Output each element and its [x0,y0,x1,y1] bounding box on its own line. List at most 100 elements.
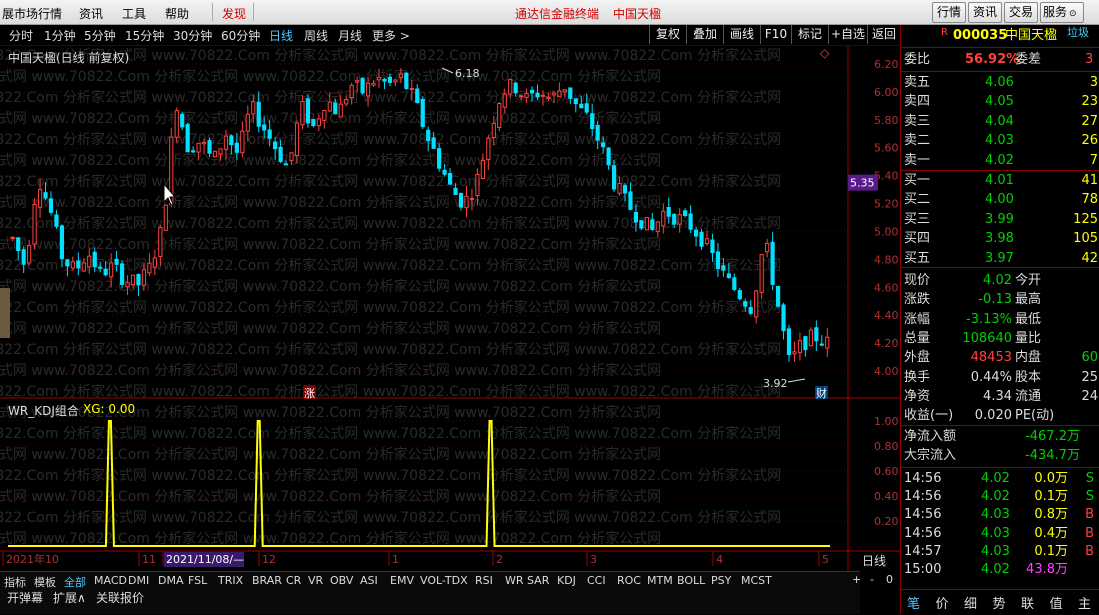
candle-body [808,329,813,347]
period-more[interactable]: 更多 > [372,27,410,44]
indicator-tab[interactable]: CR [286,574,301,587]
candle-body [174,110,179,138]
trash-tag[interactable]: 垃圾 [1067,23,1089,42]
indicator-tab[interactable]: WR [505,574,524,587]
period-tab-active[interactable]: 日线 [269,27,293,44]
watermark-text: www.70822.Com 分析家公式网 www.70822.Com 分析家公式… [0,530,661,547]
indicator-tab[interactable]: 指标 [4,574,26,590]
add-watchlist-button[interactable]: +自选 [828,25,867,44]
indicator-tab[interactable]: DMA [158,574,184,587]
stat-label: 股本 [1015,369,1042,385]
zoom-in-button[interactable]: + [852,573,861,586]
chart-settings-icon[interactable]: ◇ [820,46,829,60]
candle-body [54,214,59,227]
indicator-tab[interactable]: RSI [475,574,493,587]
candle-body [300,101,305,126]
candle-body [458,192,464,208]
service-button[interactable]: 服务 ⊙ [1040,2,1084,23]
menu-help[interactable]: 帮助 [165,5,189,22]
info-button[interactable]: 资讯 [968,2,1002,23]
period-tab[interactable]: 5分钟 [84,27,116,44]
period-tab[interactable]: 30分钟 [173,27,212,44]
indicator-tab[interactable]: TRIX [218,574,243,587]
bid-row: 买二 4.00 78 [901,190,1099,209]
price-tick-label: 4.80 [874,253,899,266]
period-tab[interactable]: 15分钟 [125,27,164,44]
quote-tab[interactable]: 细 [964,593,977,612]
indicator-tab[interactable]: MCST [741,574,772,587]
indicator-tab[interactable]: OBV [330,574,353,587]
indicator-tab[interactable]: CCI [587,574,606,587]
candle-body [398,73,403,78]
quote-panel: R 000035 中国天楹 垃圾 委比 56.92% 委差 3 卖五 4.06 3 卖… [900,25,1099,614]
watermark-text: www.70822.Com 分析家公式网 www.70822.Com 分析家公式… [0,320,661,337]
quote-tab[interactable]: 势 [993,593,1006,612]
kline-chart[interactable]: www.70822.Com 分析家公式网 www.70822.Com 分析家公式… [0,46,900,571]
quote-tab[interactable]: 联 [1021,593,1034,612]
back-button[interactable]: 返回 [867,25,900,44]
menu-discover[interactable]: 发现 [222,5,246,22]
overlay-button[interactable]: 叠加 [686,25,723,44]
quote-tab[interactable]: 价 [936,593,949,612]
ask-price: 4.04 [985,113,1014,129]
bid-row: 买一 4.01 41 [901,171,1099,190]
indicator-tab[interactable]: BRAR [252,574,282,587]
indicator-title[interactable]: WR_KDJ组合 [8,402,79,419]
candle-body [27,244,32,264]
candle-body [125,282,130,288]
indicator-tab[interactable]: DMI [128,574,149,587]
candle-body [551,92,557,96]
menu-market[interactable]: 展市场行情 [2,5,62,22]
ask-row: 卖三 4.04 27 [901,112,1099,131]
quote-button[interactable]: 行情 [932,2,966,23]
indicator-tab[interactable]: BOLL [677,574,705,587]
related-quotes-tab[interactable]: 关联报价 [93,589,147,606]
candle-body [562,89,567,93]
indicator-tab[interactable]: EMV [390,574,414,587]
indicator-tab[interactable]: PSY [711,574,731,587]
period-tab[interactable]: 月线 [338,27,362,44]
candle-body [311,119,316,127]
indicator-tab[interactable]: FSL [188,574,207,587]
indicator-tab[interactable]: MACD [94,574,127,587]
candle-body [119,263,125,285]
candle-body [546,96,551,100]
quote-tab[interactable]: 笔 [907,593,920,612]
f10-button[interactable]: F10 [760,25,791,44]
quote-tab[interactable]: 值 [1050,593,1063,612]
menu-news[interactable]: 资讯 [79,5,103,22]
indicator-tab[interactable]: VOL-TDX [420,574,468,587]
period-tab[interactable]: 1分钟 [44,27,76,44]
mark-button[interactable]: 标记 [791,25,828,44]
period-label: 日线 [862,554,886,568]
indicator-tab[interactable]: MTM [647,574,673,587]
menu-tools[interactable]: 工具 [122,5,146,22]
candle-body [453,187,458,195]
indicator-tab[interactable]: ROC [617,574,641,587]
stat-label: 总量 [904,330,931,346]
period-tab[interactable]: 分时 [9,27,33,44]
time-axis-label: 4 [716,553,723,566]
draw-button[interactable]: 画线 [723,25,760,44]
candle-body [273,141,278,150]
stat-label: 内盘 [1015,350,1042,366]
side-collapse-handle[interactable] [0,288,10,338]
period-tab[interactable]: 周线 [304,27,328,44]
zoom-reset-button[interactable]: 0 [886,573,893,586]
stat-value: 0.44% [970,369,1012,385]
danmaku-toggle[interactable]: 开弹幕 [4,589,46,606]
trade-button[interactable]: 交易 [1004,2,1038,23]
indicator-tab[interactable]: ASI [360,574,378,587]
period-tab[interactable]: 60分钟 [221,27,260,44]
indicator-tab[interactable]: 模板 [34,574,56,590]
stat-label: 涨跌 [904,292,931,308]
zoom-out-button[interactable]: - [870,573,874,586]
indicator-tab[interactable]: SAR [527,574,549,587]
indicator-tab[interactable]: VR [308,574,323,587]
price-tick-label: 6.00 [874,86,899,99]
expand-toggle[interactable]: 扩展∧ [50,589,89,606]
indicator-tab[interactable]: KDJ [557,574,576,587]
indicator-tab[interactable]: 全部 [64,574,86,590]
restore-rights-button[interactable]: 复权 [649,25,686,44]
quote-tab[interactable]: 主 [1078,593,1091,612]
